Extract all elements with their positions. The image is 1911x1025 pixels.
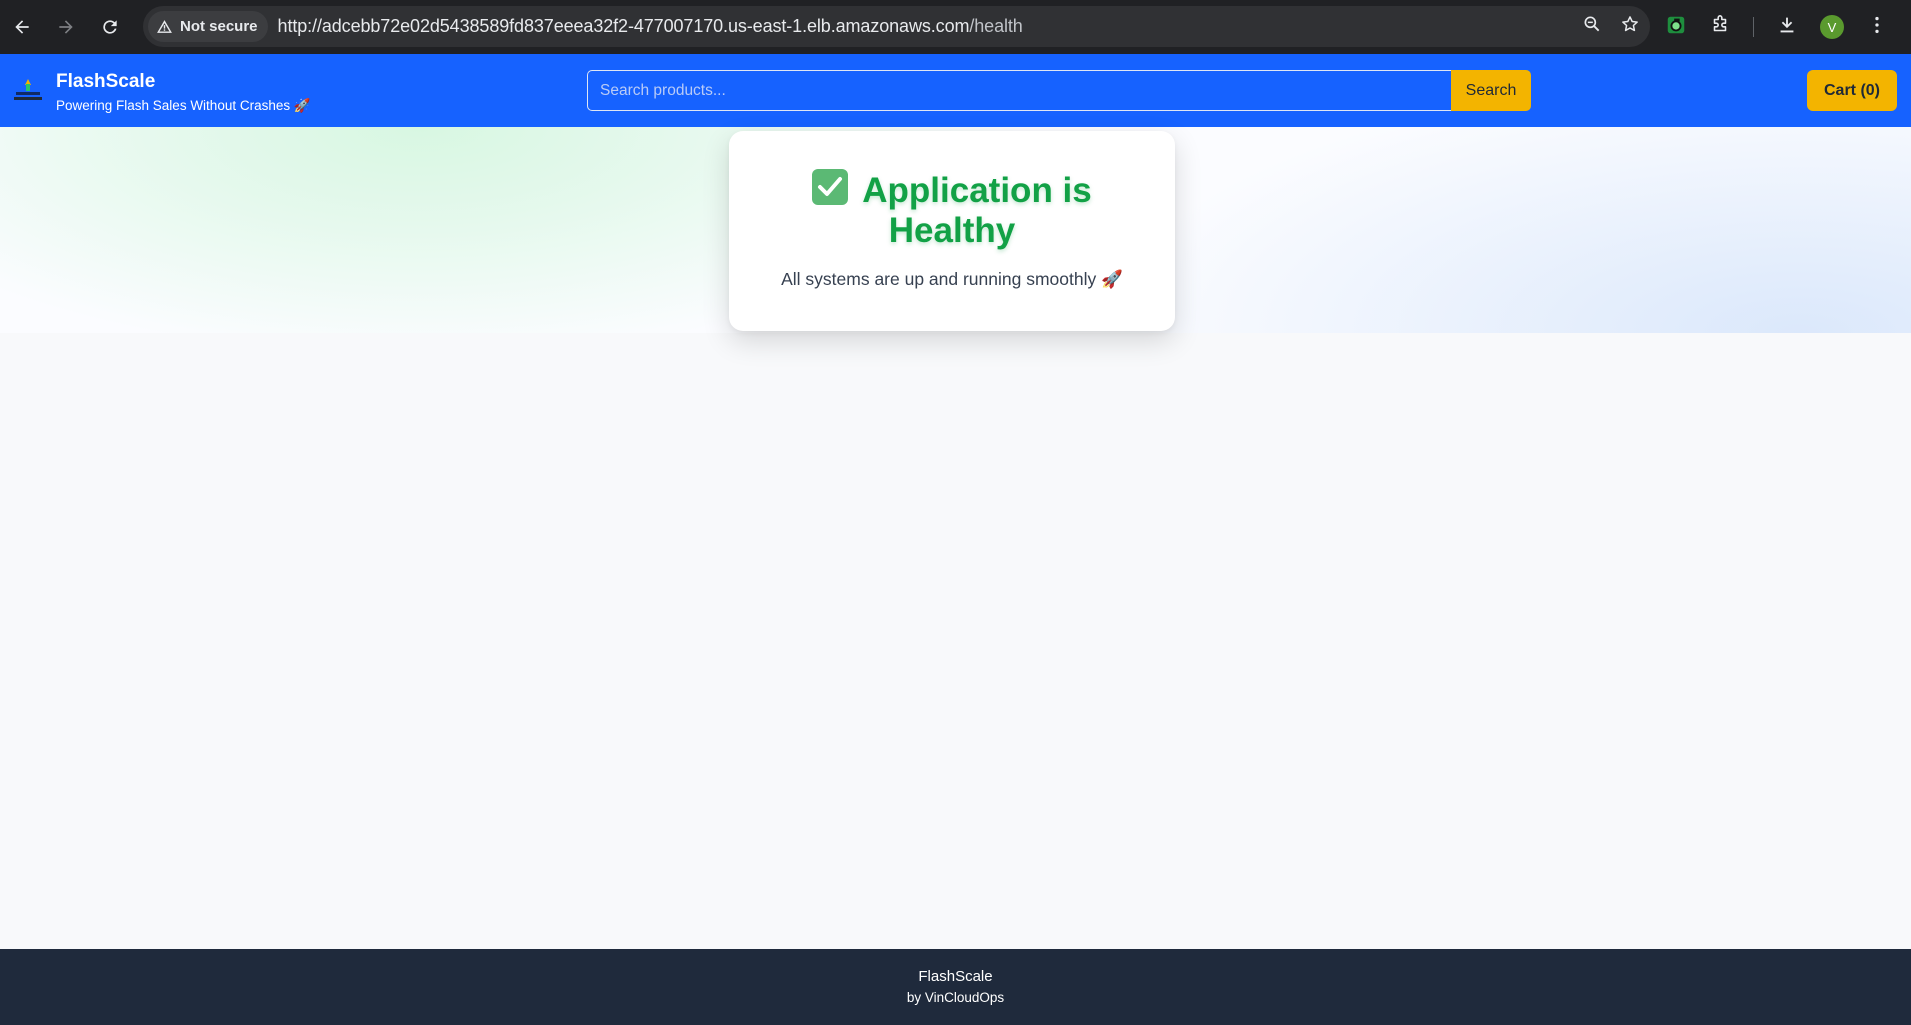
browser-toolbar: Not secure http://adcebb72e02d5438589fd8… bbox=[0, 0, 1911, 54]
brand-tagline: Powering Flash Sales Without Crashes 🚀 bbox=[56, 98, 311, 113]
zoom-button[interactable] bbox=[1582, 14, 1602, 39]
health-title: Application is Healthy bbox=[729, 169, 1175, 251]
extensions-menu-button[interactable] bbox=[1709, 14, 1731, 41]
url-host: http://adcebb72e02d5438589fd837eeea32f2-… bbox=[277, 16, 970, 36]
url-text: http://adcebb72e02d5438589fd837eeea32f2-… bbox=[278, 16, 1023, 37]
footer-credit: by VinCloudOps bbox=[906, 990, 1005, 1005]
url-path: /health bbox=[969, 16, 1023, 36]
magnifier-zoom-icon bbox=[1584, 16, 1600, 32]
health-title-text: Application is Healthy bbox=[862, 171, 1092, 250]
security-indicator[interactable]: Not secure bbox=[148, 11, 268, 42]
footer-brand: FlashScale bbox=[918, 968, 993, 985]
warning-icon bbox=[157, 20, 172, 33]
puzzle-icon bbox=[1713, 14, 1727, 31]
reload-icon bbox=[103, 20, 117, 34]
health-status-card: Application is Healthy All systems are u… bbox=[729, 131, 1175, 331]
flashscale-logo-icon bbox=[11, 76, 45, 106]
profile-avatar[interactable]: V bbox=[1820, 15, 1844, 39]
check-mark-icon bbox=[812, 169, 849, 205]
arrow-right-icon bbox=[59, 20, 73, 34]
cart-button[interactable]: Cart (0) bbox=[1807, 70, 1897, 111]
arrow-left-icon bbox=[15, 20, 29, 34]
brand-name[interactable]: FlashScale bbox=[56, 71, 155, 93]
download-icon bbox=[1780, 17, 1794, 32]
health-subtitle: All systems are up and running smoothly … bbox=[781, 269, 1123, 289]
bookmark-button[interactable] bbox=[1620, 14, 1640, 39]
reload-button[interactable] bbox=[88, 0, 132, 54]
address-bar[interactable]: Not secure http://adcebb72e02d5438589fd8… bbox=[143, 6, 1650, 47]
security-label: Not secure bbox=[180, 18, 258, 35]
search-button[interactable]: Search bbox=[1451, 70, 1531, 111]
toolbar-divider bbox=[1753, 17, 1754, 37]
downloads-button[interactable] bbox=[1776, 14, 1798, 41]
kebab-menu-icon bbox=[1875, 16, 1879, 33]
star-icon bbox=[1622, 16, 1638, 32]
search-input[interactable] bbox=[587, 70, 1451, 111]
extension-button[interactable] bbox=[1665, 14, 1687, 41]
back-button[interactable] bbox=[0, 0, 44, 54]
extension-green-icon bbox=[1667, 16, 1685, 33]
app-header: FlashScale Powering Flash Sales Without … bbox=[0, 54, 1911, 127]
page-footer: FlashScale by VinCloudOps bbox=[0, 949, 1911, 1025]
browser-menu-button[interactable] bbox=[1866, 14, 1888, 41]
forward-button[interactable] bbox=[44, 0, 88, 54]
